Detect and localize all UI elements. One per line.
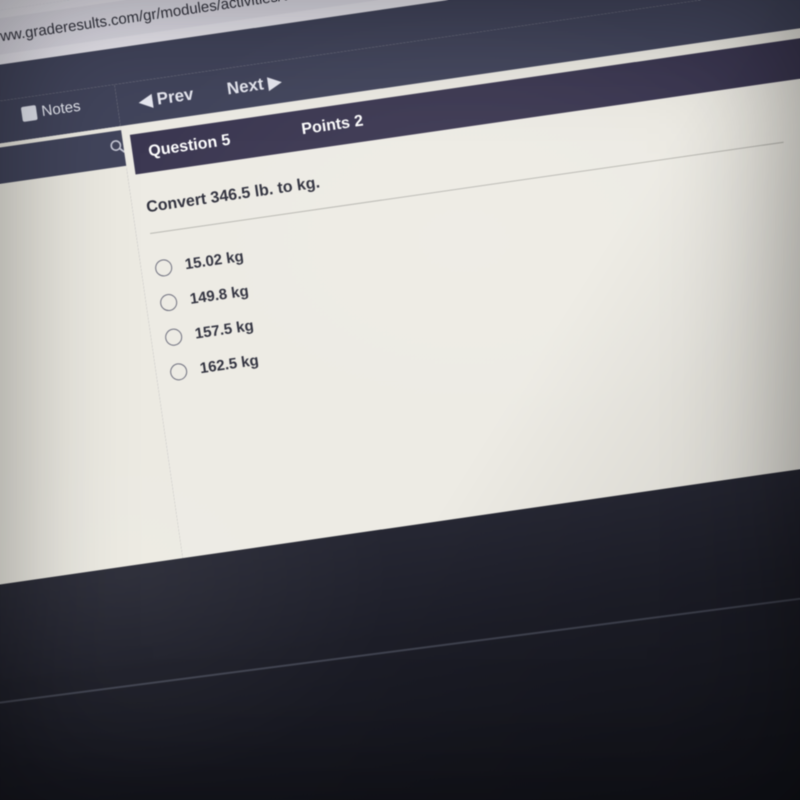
answer-option-label: 15.02 kg xyxy=(183,247,245,274)
tab-notes-label: Notes xyxy=(40,97,82,121)
prev-link[interactable]: ◀ Prev xyxy=(138,84,195,112)
next-link[interactable]: Next ▶ xyxy=(226,72,283,100)
answer-option-label: 162.5 kg xyxy=(198,351,260,378)
radio-button[interactable] xyxy=(164,327,184,347)
answer-options: 15.02 kg 149.8 kg 157.5 kg 162.5 kg xyxy=(153,142,800,390)
note-icon xyxy=(20,104,38,122)
radio-button[interactable] xyxy=(169,362,189,382)
tab-notes[interactable]: Notes xyxy=(20,97,82,123)
photo-of-laptop-screen: Grade Results ✕ + ⟳ https://www.graderes… xyxy=(0,0,800,800)
question-number: Question 5 xyxy=(147,131,232,161)
question-points: Points 2 xyxy=(300,112,365,139)
radio-button[interactable] xyxy=(154,258,174,278)
radio-button[interactable] xyxy=(159,292,179,313)
answer-option-label: 149.8 kg xyxy=(188,282,250,308)
answer-option-label: 157.5 kg xyxy=(193,317,255,343)
